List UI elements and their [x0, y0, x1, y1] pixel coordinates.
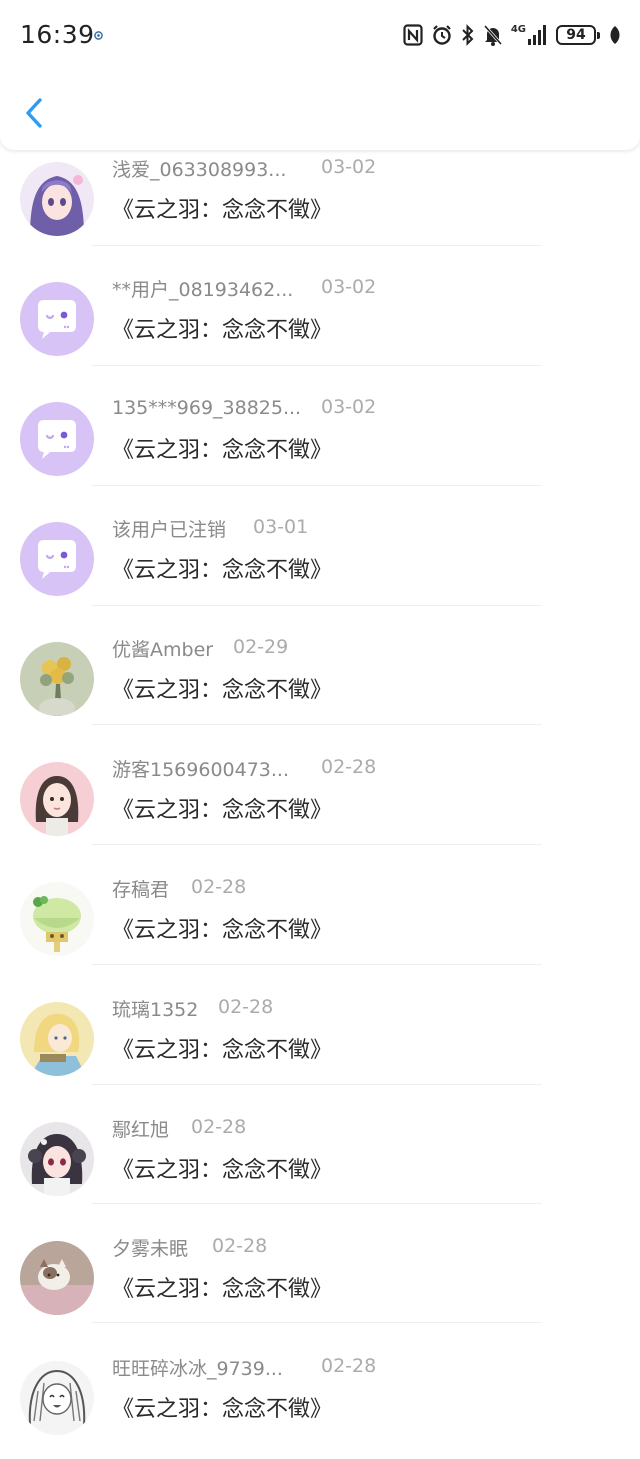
book-title[interactable]: 《云之羽：念念不徵》: [112, 672, 332, 704]
item-meta: 游客1569600473...: [112, 754, 289, 782]
date: 02-28: [191, 876, 247, 898]
book-title[interactable]: 《云之羽：念念不徵》: [112, 1152, 332, 1184]
mute-icon: [483, 25, 502, 46]
avatar[interactable]: [20, 282, 94, 356]
battery-level: 94: [566, 27, 586, 43]
divider: [92, 245, 542, 246]
date: 02-29: [233, 636, 289, 658]
book-title[interactable]: 《云之羽：念念不徵》: [112, 1271, 332, 1303]
username[interactable]: 优酱Amber: [112, 635, 213, 662]
nfc-icon: [403, 24, 423, 46]
avatar[interactable]: [20, 522, 94, 596]
username[interactable]: 旺旺碎冰冰_9739...: [112, 1354, 283, 1381]
item-meta: 鄢红旭: [112, 1114, 169, 1142]
item-meta: 夕雾未眠: [112, 1233, 188, 1261]
system-icons: 4G 94: [403, 22, 622, 48]
chevron-left-icon[interactable]: [20, 94, 50, 132]
leaf-icon: [610, 26, 620, 44]
date: 03-02: [321, 156, 377, 178]
username[interactable]: 存稿君: [112, 875, 169, 902]
list-item[interactable]: 存稿君 02-28 《云之羽：念念不徵》: [0, 860, 640, 980]
date: 02-28: [191, 1116, 247, 1138]
book-title[interactable]: 《云之羽：念念不徵》: [112, 792, 332, 824]
bluetooth-icon: [462, 24, 474, 46]
list-item[interactable]: **用户_08193462... 03-02 《云之羽：念念不徵》: [0, 260, 640, 380]
divider: [92, 605, 542, 606]
signal-icon: 4G: [511, 25, 548, 45]
list-item[interactable]: 游客1569600473... 02-28 《云之羽：念念不徵》: [0, 740, 640, 860]
avatar[interactable]: [20, 1002, 94, 1076]
item-meta: 旺旺碎冰冰_9739...: [112, 1353, 283, 1381]
username[interactable]: 鄢红旭: [112, 1115, 169, 1142]
item-meta: 该用户已注销: [112, 514, 226, 542]
date: 02-28: [212, 1235, 268, 1257]
username[interactable]: 琉璃1352: [112, 995, 198, 1022]
item-meta: **用户_08193462...: [112, 274, 293, 302]
avatar[interactable]: [20, 1122, 94, 1196]
date: 03-02: [321, 276, 377, 298]
divider: [92, 964, 542, 965]
divider: [92, 1203, 542, 1204]
avatar[interactable]: [20, 762, 94, 836]
book-title[interactable]: 《云之羽：念念不徵》: [112, 1391, 332, 1423]
date: 02-28: [321, 756, 377, 778]
avatar[interactable]: [20, 402, 94, 476]
book-title[interactable]: 《云之羽：念念不徵》: [112, 552, 332, 584]
list-item[interactable]: 优酱Amber 02-29 《云之羽：念念不徵》: [0, 620, 640, 740]
location-indicator-icon: [94, 31, 103, 40]
list-item[interactable]: 旺旺碎冰冰_9739... 02-28 《云之羽：念念不徵》: [0, 1339, 640, 1459]
list-item[interactable]: 琉璃1352 02-28 《云之羽：念念不徵》: [0, 980, 640, 1100]
book-title[interactable]: 《云之羽：念念不徵》: [112, 1032, 332, 1064]
status-bar: 16:39 4G 94: [0, 0, 640, 70]
divider: [92, 1322, 542, 1323]
avatar[interactable]: [20, 1241, 94, 1315]
book-title[interactable]: 《云之羽：念念不徵》: [112, 912, 332, 944]
divider: [92, 1084, 542, 1085]
avatar[interactable]: [20, 882, 94, 956]
item-meta: 存稿君: [112, 874, 169, 902]
list-item[interactable]: 夕雾未眠 02-28 《云之羽：念念不徵》: [0, 1219, 640, 1339]
avatar[interactable]: [20, 1361, 94, 1435]
item-meta: 琉璃1352: [112, 994, 198, 1022]
date: 03-02: [321, 396, 377, 418]
list-item[interactable]: 该用户已注销 03-01 《云之羽：念念不徵》: [0, 500, 640, 620]
alarm-icon: [433, 25, 451, 45]
item-meta: 135***969_38825...: [112, 394, 301, 422]
avatar[interactable]: [20, 162, 94, 236]
status-time: 16:39: [20, 20, 95, 49]
avatar[interactable]: [20, 642, 94, 716]
list-item[interactable]: 鄢红旭 02-28 《云之羽：念念不徵》: [0, 1100, 640, 1220]
username[interactable]: 浅爱_063308993...: [112, 155, 286, 182]
divider: [92, 724, 542, 725]
username[interactable]: 该用户已注销: [112, 515, 226, 542]
book-title[interactable]: 《云之羽：念念不徵》: [112, 312, 332, 344]
date: 03-01: [253, 516, 309, 538]
item-meta: 优酱Amber: [112, 634, 213, 662]
top-nav-bar: [0, 70, 640, 150]
battery-icon: 94: [556, 25, 600, 45]
username[interactable]: 游客1569600473...: [112, 755, 289, 782]
item-meta: 浅爱_063308993...: [112, 154, 286, 182]
username[interactable]: **用户_08193462...: [112, 275, 293, 302]
book-title[interactable]: 《云之羽：念念不徵》: [112, 432, 332, 464]
book-title[interactable]: 《云之羽：念念不徵》: [112, 192, 332, 224]
list-item[interactable]: 135***969_38825... 03-02 《云之羽：念念不徵》: [0, 380, 640, 500]
date: 02-28: [218, 996, 274, 1018]
divider: [92, 844, 542, 845]
list-item[interactable]: 浅爱_063308993... 03-02 《云之羽：念念不徵》: [0, 140, 640, 260]
username[interactable]: 夕雾未眠: [112, 1234, 188, 1261]
divider: [92, 365, 542, 366]
divider: [92, 485, 542, 486]
network-type: 4G: [510, 24, 526, 35]
username[interactable]: 135***969_38825...: [112, 397, 301, 419]
date: 02-28: [321, 1355, 377, 1377]
comment-list: 浅爱_063308993... 03-02 《云之羽：念念不徵》 **用户_08…: [0, 0, 640, 1435]
